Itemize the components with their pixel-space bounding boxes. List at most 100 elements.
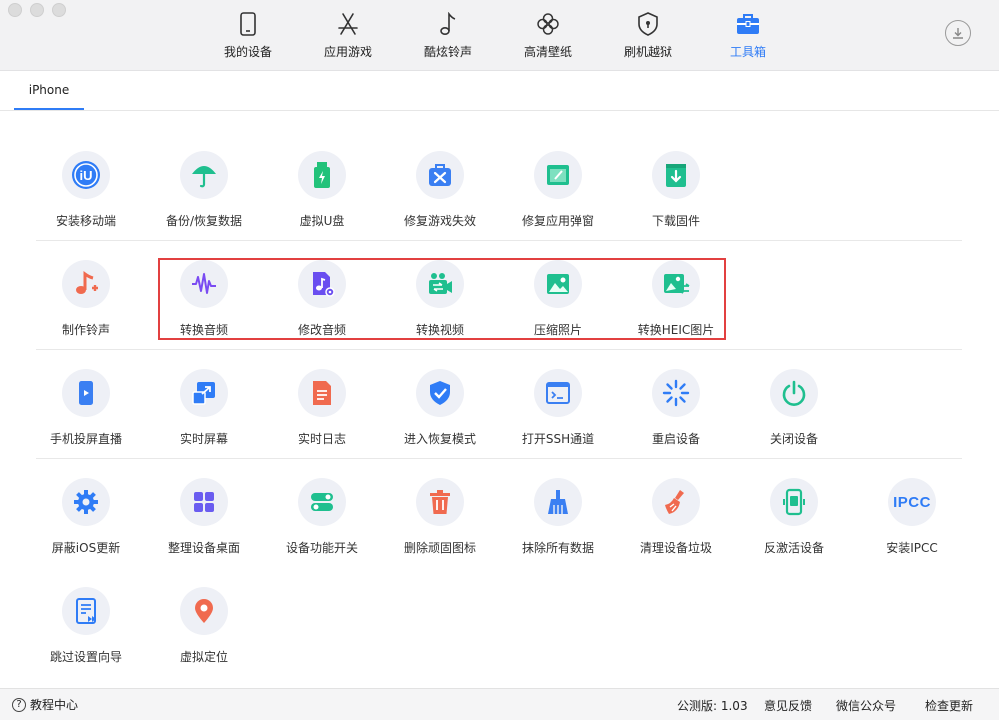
svg-text:iU: iU bbox=[80, 168, 93, 183]
nav-my-device[interactable]: 我的设备 bbox=[198, 0, 298, 70]
spinner-icon bbox=[662, 379, 690, 407]
tool-deactivate-device[interactable]: 反激活设备 bbox=[735, 478, 853, 574]
nav-label: 应用游戏 bbox=[323, 45, 372, 59]
tool-restart-device[interactable]: 重启设备 bbox=[617, 369, 735, 465]
tool-label: 反激活设备 bbox=[763, 541, 824, 555]
highlight-box bbox=[158, 258, 726, 340]
nav-label: 我的设备 bbox=[223, 45, 272, 59]
tool-label: 修复游戏失效 bbox=[403, 214, 476, 228]
tool-recovery-mode[interactable]: 进入恢复模式 bbox=[381, 369, 499, 465]
window-icon bbox=[547, 165, 569, 185]
tool-label: 进入恢复模式 bbox=[403, 432, 476, 446]
ipcc-text-icon: IPCC bbox=[893, 493, 931, 511]
tool-live-screen[interactable]: 实时屏幕 bbox=[145, 369, 263, 465]
toolbox-icon bbox=[735, 11, 761, 37]
help-icon: ? bbox=[12, 697, 26, 712]
phone-cast-icon bbox=[79, 381, 93, 405]
nav-ringtones[interactable]: 酷炫铃声 bbox=[398, 0, 498, 70]
tool-label: 手机投屏直播 bbox=[49, 432, 122, 446]
umbrella-icon bbox=[192, 166, 216, 188]
tool-label: 实时屏幕 bbox=[179, 432, 228, 446]
tool-delete-icons[interactable]: 删除顽固图标 bbox=[381, 478, 499, 574]
tool-label: 实时日志 bbox=[297, 432, 346, 446]
gear-icon bbox=[74, 490, 98, 514]
tool-shutdown-device[interactable]: 关闭设备 bbox=[735, 369, 853, 465]
main-nav: 我的设备 应用游戏 酷炫铃声 高清壁纸 刷机越狱 工具箱 bbox=[198, 0, 798, 70]
download-box-icon bbox=[666, 164, 686, 187]
tool-clean-junk[interactable]: 清理设备垃圾 bbox=[617, 478, 735, 574]
tool-label: 安装移动端 bbox=[55, 214, 116, 228]
tool-label: 备份/恢复数据 bbox=[165, 214, 243, 228]
zoom-window-button[interactable] bbox=[52, 3, 66, 17]
title-bar: 我的设备 应用游戏 酷炫铃声 高清壁纸 刷机越狱 工具箱 bbox=[0, 0, 999, 71]
help-center-link[interactable]: ? 教程中心 bbox=[12, 696, 78, 713]
phone-deactivate-icon bbox=[783, 488, 805, 516]
tool-label: 屏蔽iOS更新 bbox=[51, 541, 121, 555]
help-center-label: 教程中心 bbox=[30, 698, 79, 712]
tool-ssh-tunnel[interactable]: 打开SSH通道 bbox=[499, 369, 617, 465]
tool-label: 打开SSH通道 bbox=[521, 432, 595, 446]
tool-block-ios-update[interactable]: 屏蔽iOS更新 bbox=[27, 478, 145, 574]
nav-flash-jailbreak[interactable]: 刷机越狱 bbox=[598, 0, 698, 70]
nav-label: 工具箱 bbox=[729, 45, 766, 59]
skip-setup-icon bbox=[76, 598, 96, 624]
tool-erase-all[interactable]: 抹除所有数据 bbox=[499, 478, 617, 574]
wechat-link[interactable]: 微信公众号 bbox=[836, 697, 896, 714]
tool-install-ipcc[interactable]: IPCC 安装IPCC bbox=[853, 478, 971, 574]
download-icon bbox=[953, 28, 963, 39]
screen-arrow-icon bbox=[192, 382, 215, 405]
tool-label: 修复应用弹窗 bbox=[521, 214, 594, 228]
device-tab-bar: iPhone bbox=[0, 71, 999, 111]
app-store-icon bbox=[335, 11, 361, 37]
minimize-window-button[interactable] bbox=[30, 3, 44, 17]
trash-icon bbox=[430, 490, 450, 514]
row-divider bbox=[36, 349, 962, 350]
tool-screen-cast[interactable]: 手机投屏直播 bbox=[27, 369, 145, 465]
phone-icon bbox=[235, 11, 261, 37]
nav-apps-games[interactable]: 应用游戏 bbox=[298, 0, 398, 70]
tool-label: 制作铃声 bbox=[61, 323, 110, 337]
tool-label: 删除顽固图标 bbox=[403, 541, 476, 555]
close-window-button[interactable] bbox=[8, 3, 22, 17]
tool-organize-desktop[interactable]: 整理设备桌面 bbox=[145, 478, 263, 574]
tool-label: 重启设备 bbox=[651, 432, 700, 446]
download-manager-button[interactable] bbox=[945, 20, 971, 46]
tool-backup-restore[interactable]: 备份/恢复数据 bbox=[145, 151, 263, 247]
tool-feature-toggles[interactable]: 设备功能开关 bbox=[263, 478, 381, 574]
tool-fix-popup[interactable]: 修复应用弹窗 bbox=[499, 151, 617, 247]
feedback-link[interactable]: 意见反馈 bbox=[764, 697, 812, 714]
nav-label: 刷机越狱 bbox=[623, 45, 672, 59]
toggle-icon bbox=[311, 493, 333, 511]
tool-fix-game[interactable]: 修复游戏失效 bbox=[381, 151, 499, 247]
nav-wallpapers[interactable]: 高清壁纸 bbox=[498, 0, 598, 70]
shield-check-icon bbox=[430, 381, 450, 405]
tool-label: 下载固件 bbox=[651, 214, 700, 228]
toolkit-icon bbox=[429, 164, 451, 186]
check-update-link[interactable]: 检查更新 bbox=[925, 697, 973, 714]
tool-virtual-usb[interactable]: 虚拟U盘 bbox=[263, 151, 381, 247]
tool-live-log[interactable]: 实时日志 bbox=[263, 369, 381, 465]
window-controls bbox=[8, 3, 66, 17]
tab-iphone[interactable]: iPhone bbox=[14, 71, 84, 110]
tool-download-firmware[interactable]: 下载固件 bbox=[617, 151, 735, 247]
usb-drive-icon bbox=[314, 162, 330, 188]
tool-make-ringtone[interactable]: 制作铃声 bbox=[27, 260, 145, 356]
tool-label: 设备功能开关 bbox=[285, 541, 358, 555]
tool-virtual-location[interactable]: 虚拟定位 bbox=[145, 587, 263, 683]
cleaner-icon bbox=[665, 490, 684, 514]
tool-label: 虚拟U盘 bbox=[299, 214, 345, 228]
version-label: 公测版: 1.03 bbox=[677, 699, 748, 713]
location-pin-icon bbox=[195, 599, 213, 623]
nav-label: 酷炫铃声 bbox=[423, 45, 472, 59]
tool-install-mobile[interactable]: iU 安装移动端 bbox=[27, 151, 145, 247]
broom-icon bbox=[548, 490, 568, 514]
music-note-icon bbox=[435, 11, 461, 37]
clover-icon bbox=[535, 11, 561, 37]
nav-toolbox[interactable]: 工具箱 bbox=[698, 0, 798, 70]
iu-logo-icon: iU bbox=[72, 161, 100, 189]
status-bar: ? 教程中心 公测版: 1.03 意见反馈 微信公众号 检查更新 bbox=[0, 688, 999, 720]
row-divider bbox=[36, 240, 962, 241]
tool-skip-setup[interactable]: 跳过设置向导 bbox=[27, 587, 145, 683]
power-icon bbox=[782, 380, 806, 406]
tool-label: 虚拟定位 bbox=[179, 650, 228, 664]
